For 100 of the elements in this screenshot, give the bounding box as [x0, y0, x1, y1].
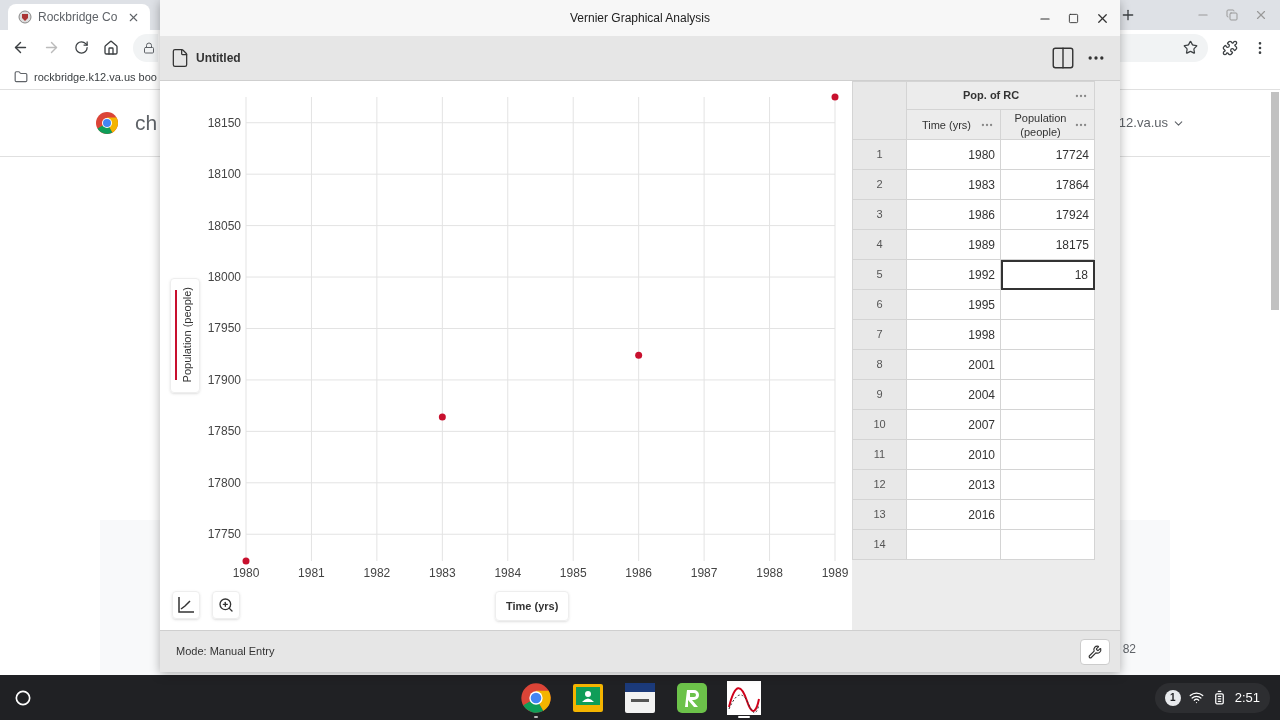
running-indicator — [534, 716, 538, 718]
table-cell[interactable] — [1001, 410, 1095, 440]
axis-tick-label: 18150 — [207, 115, 241, 130]
table-cell[interactable] — [1001, 380, 1095, 410]
table-cell[interactable]: 1995 — [907, 290, 1001, 320]
chrome-store-logo-icon — [95, 111, 119, 135]
axis-tick-label: 17900 — [207, 372, 241, 387]
folder-icon[interactable] — [14, 70, 28, 84]
table-cell[interactable]: 2010 — [907, 440, 1001, 470]
tools-button[interactable] — [1080, 638, 1110, 665]
table-cell[interactable]: 17724 — [1001, 140, 1095, 170]
maximize-icon[interactable] — [1068, 13, 1079, 24]
table-cell[interactable]: 2007 — [907, 410, 1001, 440]
y-axis-label-button[interactable]: Population (people) — [170, 277, 200, 393]
x-axis-label-button[interactable]: Time (yrs) — [495, 591, 570, 621]
table-cell[interactable] — [1001, 320, 1095, 350]
zoom-button[interactable] — [212, 591, 240, 619]
row-number: 4 — [852, 230, 907, 260]
axis-tick-label: 1989 — [821, 566, 849, 580]
axis-tick-label: 1980 — [232, 566, 260, 580]
table-cell[interactable] — [1001, 500, 1095, 530]
page-number: 82 — [1122, 641, 1136, 658]
row-number: 9 — [852, 380, 907, 410]
table-cell[interactable]: 17924 — [1001, 200, 1095, 230]
document-title[interactable]: Untitled — [196, 49, 241, 67]
axis-tick-label: 1983 — [429, 566, 456, 580]
page-heading: ch — [135, 110, 158, 137]
clock-time: 2:51 — [1234, 688, 1260, 707]
close-icon[interactable] — [1095, 11, 1110, 26]
table-cell[interactable]: 2001 — [907, 350, 1001, 380]
table-cell[interactable]: 2013 — [907, 470, 1001, 500]
bookmark-star-icon[interactable] — [1183, 40, 1198, 55]
testnav-icon — [625, 682, 655, 713]
row-number: 11 — [852, 440, 907, 470]
graph-tools-button[interactable] — [172, 591, 200, 619]
axis-tick-label: 1988 — [756, 566, 783, 580]
zoom-icon — [218, 597, 234, 613]
graph-wave-icon — [727, 680, 761, 715]
table-cell[interactable]: 1989 — [907, 230, 1001, 260]
chrome-icon — [520, 681, 552, 714]
classroom-icon — [573, 683, 603, 712]
address-bar-start[interactable] — [133, 33, 158, 62]
status-tray[interactable]: 1 2:51 — [1154, 682, 1270, 713]
row-number: 7 — [852, 320, 907, 350]
school-crest-icon — [18, 10, 32, 24]
wifi-icon — [1188, 690, 1204, 705]
scrollbar-thumb[interactable] — [1271, 92, 1279, 310]
wrench-icon — [1088, 644, 1102, 659]
row-number: 1 — [852, 140, 907, 170]
axis-tick-label: 17750 — [207, 527, 241, 542]
home-icon[interactable] — [103, 39, 119, 56]
axis-tick-label: 18050 — [207, 218, 241, 233]
table-cell[interactable] — [1001, 440, 1095, 470]
back-icon[interactable] — [12, 39, 29, 56]
axis-tick-label: 17950 — [207, 321, 241, 336]
lock-icon — [143, 41, 155, 54]
table-cell[interactable]: 2004 — [907, 380, 1001, 410]
table-cell[interactable] — [1001, 530, 1095, 560]
table-cell[interactable]: 17864 — [1001, 170, 1095, 200]
axis-tick-label: 18000 — [207, 270, 241, 285]
layout-icon[interactable] — [1050, 45, 1076, 71]
axis-tick-label: 17800 — [207, 475, 241, 490]
mode-status: Mode: Manual Entry — [176, 644, 275, 660]
axis-tick-label: 1985 — [559, 566, 587, 580]
document-icon — [170, 48, 190, 68]
reload-icon[interactable] — [74, 40, 89, 55]
table-cell[interactable] — [1001, 290, 1095, 320]
column-group-header[interactable]: Pop. of RC — [907, 81, 1095, 110]
axis-tick-label: 1981 — [298, 566, 325, 580]
table-cell[interactable] — [1001, 350, 1095, 380]
bookmark-folder-label[interactable]: rockbridge.k12.va.us boo — [34, 68, 157, 86]
table-cell[interactable]: 18175 — [1001, 230, 1095, 260]
account-domain-dropdown[interactable]: 12.va.us — [1118, 113, 1185, 133]
new-tab-icon[interactable] — [1120, 7, 1136, 23]
window-title: Vernier Graphical Analysis — [569, 10, 711, 27]
axis-tick-label: 18100 — [207, 167, 241, 182]
row-number: 12 — [852, 470, 907, 500]
row-number: 3 — [852, 200, 907, 230]
axis-tick-label: 1986 — [625, 566, 652, 580]
table-cell[interactable] — [1001, 470, 1095, 500]
table-cell[interactable]: 1980 — [907, 140, 1001, 170]
extensions-icon[interactable] — [1222, 39, 1238, 56]
table-cell[interactable]: 1983 — [907, 170, 1001, 200]
row-number: 14 — [852, 530, 907, 560]
table-cell[interactable] — [907, 530, 1001, 560]
axis-tick-label: 17850 — [207, 424, 241, 439]
row-number: 10 — [852, 410, 907, 440]
table-cell[interactable]: 1992 — [907, 260, 1001, 290]
axis-tick-label: 1987 — [690, 566, 718, 580]
row-number: 13 — [852, 500, 907, 530]
r-letter-icon — [677, 682, 707, 713]
line-chart-icon — [177, 596, 195, 614]
table-cell[interactable]: 1998 — [907, 320, 1001, 350]
launcher-icon — [15, 689, 31, 706]
axis-tick-label: 1984 — [494, 566, 522, 580]
table-cell[interactable]: 1986 — [907, 200, 1001, 230]
table-cell[interactable]: 18 — [1001, 260, 1095, 290]
table-cell[interactable]: 2016 — [907, 500, 1001, 530]
axis-tick-label: 1982 — [363, 566, 391, 580]
browser-tab[interactable]: Rockbridge Co — [8, 4, 150, 30]
